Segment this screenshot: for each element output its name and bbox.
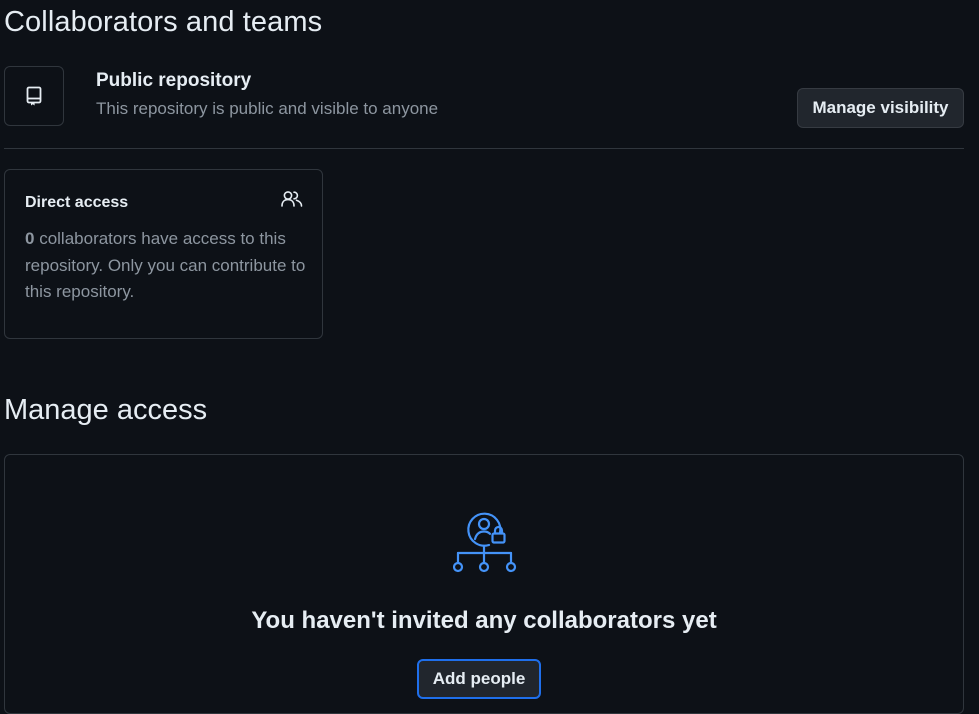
manage-visibility-button[interactable]: Manage visibility — [797, 88, 964, 128]
collaborators-lock-icon — [453, 512, 517, 573]
direct-access-description: 0 collaborators have access to this repo… — [25, 226, 310, 306]
direct-access-text: collaborators have access to this reposi… — [25, 229, 306, 301]
people-icon — [281, 191, 303, 207]
manage-access-box: You haven't invited any collaborators ye… — [4, 454, 964, 714]
direct-access-card: Direct access 0 collaborators have acces… — [4, 169, 323, 339]
page-title: Collaborators and teams — [4, 6, 323, 38]
empty-state-title: You haven't invited any collaborators ye… — [251, 607, 717, 634]
repo-visibility-description: This repository is public and visible to… — [96, 99, 439, 118]
repo-icon-box — [4, 66, 64, 126]
manage-access-title: Manage access — [4, 394, 208, 426]
direct-access-title: Direct access — [25, 194, 129, 211]
add-people-button[interactable]: Add people — [417, 659, 541, 699]
divider — [4, 148, 964, 149]
repo-icon — [26, 86, 42, 106]
repo-visibility-title: Public repository — [96, 70, 252, 91]
